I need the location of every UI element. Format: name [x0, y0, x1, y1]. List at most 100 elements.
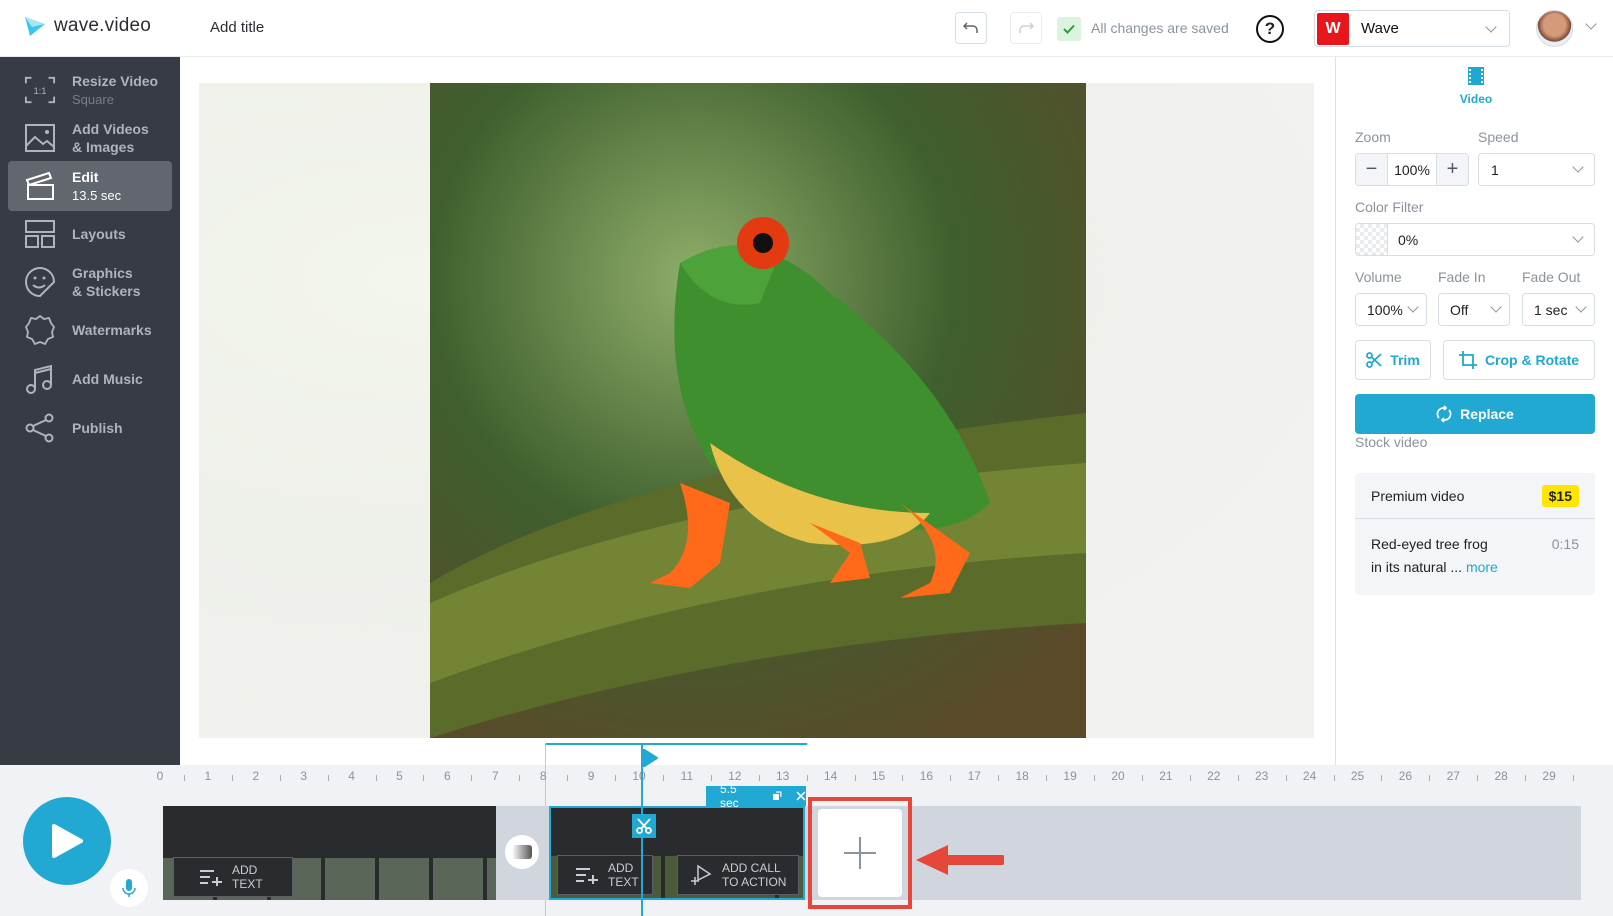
- ruler-tick-label: 23: [1255, 769, 1269, 783]
- saved-check-icon: [1057, 17, 1081, 41]
- trim-button[interactable]: Trim: [1355, 340, 1431, 380]
- ruler-tick-label: 9: [587, 769, 595, 783]
- sidebar-item-label: Publish: [72, 420, 123, 436]
- play-button[interactable]: [23, 797, 111, 885]
- redo-button[interactable]: [1010, 12, 1042, 44]
- add-text-button[interactable]: ADD TEXT: [557, 855, 653, 895]
- tab-video-label: Video: [1459, 92, 1493, 106]
- chevron-down-icon: [1572, 231, 1584, 243]
- save-status: All changes are saved: [1091, 20, 1229, 36]
- video-canvas[interactable]: [180, 57, 1335, 765]
- zoom-label: Zoom: [1355, 129, 1391, 145]
- avatar[interactable]: [1536, 10, 1573, 47]
- fade-in-select[interactable]: Off: [1438, 293, 1510, 326]
- zoom-decrease-button[interactable]: −: [1356, 154, 1388, 185]
- time-ruler[interactable]: 0 1 2 3 4 5 6 7 8 9 10 11 12 13 14 15 16 17 18 19 20 21 22 23 24…: [0, 765, 1580, 785]
- ruler-minor-tick: [567, 775, 569, 781]
- undo-button[interactable]: [955, 12, 987, 44]
- zoom-stepper: − 100% +: [1355, 153, 1469, 186]
- ruler-tick-label: 0: [156, 769, 164, 783]
- zoom-increase-button[interactable]: +: [1436, 154, 1468, 185]
- sidebar-item-resize-video[interactable]: 1:1 Resize Video Square: [8, 65, 172, 115]
- ruler-minor-tick: [854, 775, 856, 781]
- add-clip-button[interactable]: [818, 809, 902, 897]
- close-icon[interactable]: [796, 791, 806, 801]
- more-link[interactable]: more: [1466, 559, 1498, 575]
- ruler-tick-label: 17: [967, 769, 981, 783]
- redo-icon: [1019, 22, 1034, 33]
- ruler-tick-label: 27: [1446, 769, 1460, 783]
- fade-out-select[interactable]: 1 sec: [1522, 293, 1595, 326]
- ruler-tick-label: 1: [204, 769, 212, 783]
- fade-out-label: Fade Out: [1522, 269, 1581, 285]
- add-text-button[interactable]: ADD TEXT: [173, 857, 293, 897]
- zoom-value[interactable]: 100%: [1388, 162, 1436, 178]
- add-title-input[interactable]: Add title: [210, 19, 264, 36]
- ruler-minor-tick: [998, 775, 1000, 781]
- add-text-label: ADD: [232, 863, 258, 877]
- add-cta-label: ADD CALL: [722, 861, 781, 875]
- clip-duration: 5.5 sec: [720, 782, 739, 810]
- timeline-clip-2-selected[interactable]: ADD TEXT ADD CALL TO ACTION: [549, 806, 805, 900]
- ruler-minor-tick: [519, 775, 521, 781]
- sidebar-item-layouts[interactable]: Layouts: [8, 209, 172, 259]
- timeline-clip-1[interactable]: ADD TEXT: [163, 806, 496, 900]
- help-button[interactable]: ?: [1256, 15, 1284, 43]
- scissors-icon: [1366, 352, 1382, 368]
- sidebar-item-edit[interactable]: Edit 13.5 sec: [8, 161, 172, 211]
- logo[interactable]: wave.video: [24, 15, 151, 37]
- add-text-label: ADD: [608, 861, 634, 875]
- ruler-minor-tick: [1429, 775, 1431, 781]
- sidebar-item-graphics[interactable]: Graphics & Stickers: [8, 257, 172, 307]
- sidebar-item-label-2: & Images: [72, 139, 135, 155]
- color-filter-select[interactable]: 0%: [1355, 223, 1595, 256]
- sidebar-item-label: Add Videos: [72, 121, 149, 137]
- red-arrow-annotation-icon: [916, 845, 1004, 875]
- brand-select[interactable]: W Wave: [1314, 10, 1510, 47]
- ruler-tick-label: 3: [300, 769, 308, 783]
- ruler-minor-tick: [1381, 775, 1383, 781]
- speed-select[interactable]: 1: [1478, 153, 1595, 186]
- timeline: 0 1 2 3 4 5 6 7 8 9 10 11 12 13 14 15 16 17 18 19 20 21 22 23 24…: [0, 743, 1613, 916]
- ruler-minor-tick: [662, 775, 664, 781]
- volume-select[interactable]: 100%: [1355, 293, 1427, 326]
- price-badge: $15: [1541, 484, 1579, 507]
- detach-icon[interactable]: [772, 791, 782, 801]
- speed-label: Speed: [1478, 129, 1519, 145]
- ruler-tick-label: 2: [252, 769, 260, 783]
- sidebar-item-label: Graphics: [72, 265, 133, 281]
- crop-label: Crop & Rotate: [1484, 352, 1580, 368]
- split-button[interactable]: [632, 814, 656, 838]
- ruler-tick-label: 6: [444, 769, 451, 783]
- sidebar-item-label: Add Music: [72, 371, 143, 387]
- chevron-down-icon[interactable]: [1585, 18, 1597, 30]
- sidebar-item-publish[interactable]: Publish: [8, 403, 172, 453]
- ruler-tick-label: 14: [823, 769, 838, 783]
- brand-name: Wave: [1361, 20, 1399, 37]
- ruler-minor-tick: [279, 775, 281, 781]
- fade-out-value: 1 sec: [1534, 301, 1568, 318]
- crop-rotate-button[interactable]: Crop & Rotate: [1443, 340, 1595, 380]
- video-frame[interactable]: [430, 83, 1086, 738]
- replace-button[interactable]: Replace: [1355, 394, 1595, 434]
- voiceover-button[interactable]: [110, 869, 148, 907]
- ruler-minor-tick: [423, 775, 425, 781]
- sidebar-item-label: Layouts: [72, 226, 126, 242]
- sticker-icon: [24, 266, 56, 298]
- add-cta-button[interactable]: ADD CALL TO ACTION: [677, 855, 799, 895]
- stock-description-2: in its natural ...: [1371, 559, 1463, 575]
- ruler-tick-label: 22: [1207, 769, 1221, 783]
- ruler-minor-tick: [1046, 775, 1048, 781]
- sidebar-item-add-videos[interactable]: Add Videos & Images: [8, 113, 172, 163]
- transition-button[interactable]: [505, 835, 539, 869]
- sidebar-item-add-music[interactable]: Add Music: [8, 354, 172, 404]
- ruler-minor-tick: [375, 775, 377, 781]
- tab-video[interactable]: Video: [1451, 67, 1501, 106]
- ruler-minor-tick: [1477, 775, 1479, 781]
- playhead-handle-icon[interactable]: [643, 749, 659, 767]
- ruler-minor-tick: [710, 775, 712, 781]
- sidebar-item-watermarks[interactable]: Watermarks: [8, 305, 172, 355]
- stock-duration: 0:15: [1551, 536, 1579, 552]
- ruler-tick-label: 24: [1302, 769, 1317, 783]
- add-text-icon: [576, 868, 598, 884]
